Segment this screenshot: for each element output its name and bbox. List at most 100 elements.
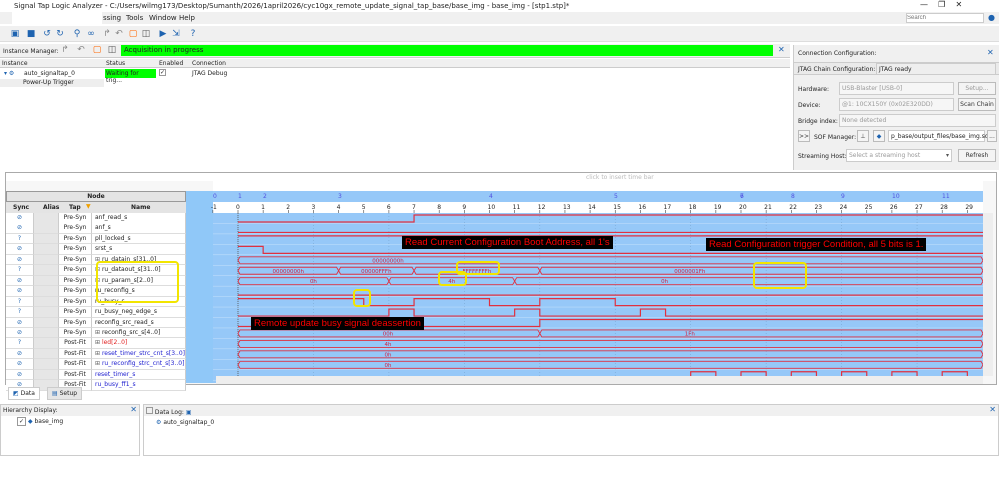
run-icon[interactable]: ↱ — [60, 45, 70, 55]
sample-tick-label: 6 — [387, 204, 391, 211]
vertical-scrollbar[interactable] — [983, 213, 993, 376]
top-tick-label: 2 — [263, 193, 267, 200]
top-tick-label: 5 — [614, 193, 618, 200]
read-data-icon[interactable]: ◫ — [141, 29, 151, 39]
sample-tick-label: 19 — [714, 204, 722, 211]
sample-tick-label: 10 — [488, 204, 496, 211]
find-icon[interactable]: ∞ — [86, 29, 96, 39]
bus-value-label: 00000FFFh — [361, 269, 392, 275]
top-tick-label: 3 — [338, 193, 342, 200]
globe-icon[interactable]: ● — [988, 13, 995, 22]
jtag-chain-label: JTAG Chain Configuration: — [798, 66, 876, 73]
bus-value-label: 0h — [310, 279, 317, 285]
top-tick-label: 1 — [238, 193, 242, 200]
col-instance: Instance — [2, 60, 28, 67]
sample-tick-label: 23 — [814, 204, 822, 211]
bus-value-label: 0h — [385, 363, 392, 369]
acquisition-status: Acquisition in progress — [121, 45, 773, 56]
sample-tick-label: 8 — [437, 204, 441, 211]
compile-icon[interactable]: ▶ — [158, 29, 168, 39]
highlight-busy-edge — [353, 289, 371, 307]
hierarchy-item[interactable]: base_img — [35, 418, 64, 425]
bridge-label: Bridge index: — [798, 118, 838, 125]
sample-tick-label: 11 — [513, 204, 521, 211]
bus-value-label: 00000000h — [372, 258, 404, 264]
autorun-icon[interactable]: ↶ — [114, 29, 124, 39]
open-icon[interactable]: ▣ — [10, 29, 20, 39]
node-finder-icon[interactable]: ⚲ — [72, 29, 82, 39]
sample-tick-label: 5 — [362, 204, 366, 211]
expand-icon[interactable]: ▾ ⚙ — [4, 70, 14, 77]
annotation-boot-address: Read Current Configuration Boot Address,… — [402, 236, 613, 249]
save-icon[interactable]: ■ — [26, 29, 36, 39]
data-log-checkbox[interactable] — [146, 407, 153, 414]
waveform-background — [213, 191, 983, 383]
tag-icon[interactable]: ◆ — [873, 130, 885, 142]
scan-chain-button[interactable]: Scan Chain — [958, 98, 996, 111]
bus-value-label: 0000001Fh — [674, 269, 706, 275]
hierarchy-checkbox[interactable]: ✓ — [17, 417, 27, 426]
streaming-host-select[interactable]: Select a streaming host ▾ — [846, 149, 952, 162]
menu-bar: ssing Tools Window Help ● — [0, 12, 999, 24]
help-icon[interactable]: ? — [188, 29, 198, 39]
close-icon[interactable]: ✕ — [989, 406, 996, 414]
sof-file-field[interactable]: p_base/output_files/base_img.sof — [888, 130, 991, 142]
horizontal-scrollbar[interactable] — [216, 376, 983, 384]
expand-button[interactable]: >> — [798, 130, 810, 142]
window-controls[interactable]: — ❐ ✕ — [920, 0, 962, 9]
sample-tick-label: 21 — [764, 204, 772, 211]
run-icon[interactable]: ↱ — [102, 29, 112, 39]
menu-window[interactable]: Window — [149, 14, 177, 22]
data-log-title: Data Log: — [154, 409, 184, 416]
chip-icon: ◆ — [27, 418, 33, 425]
data-log-icon[interactable]: ▣ — [186, 409, 192, 416]
close-icon[interactable]: ✕ — [987, 48, 994, 57]
stop-icon[interactable]: ▢ — [92, 45, 102, 55]
stop-icon[interactable]: ▢ — [128, 29, 138, 39]
refresh-button[interactable]: Refresh — [958, 149, 996, 162]
top-tick-label: 7 — [740, 193, 744, 200]
autorun-icon[interactable]: ↶ — [76, 45, 86, 55]
menu-help[interactable]: Help — [179, 14, 195, 22]
tab-setup[interactable]: ▤ Setup — [47, 387, 83, 400]
device-select[interactable]: @1: 10CX150Y (0x02E320DD) — [839, 98, 954, 111]
program-device-icon[interactable]: ⊥ — [857, 130, 869, 142]
menu-overlay — [12, 12, 102, 24]
menu-processing[interactable]: ssing — [103, 14, 121, 22]
annotation-busy-deassertion: Remote update busy signal deassertion — [251, 317, 424, 330]
hierarchy-title: Hierarchy Display: — [3, 407, 58, 414]
jtag-status: JTAG ready — [876, 63, 996, 75]
tab-setup-label: Setup — [59, 390, 78, 397]
redo-icon[interactable]: ↻ — [55, 29, 65, 39]
sample-tick-label: 20 — [739, 204, 747, 211]
hardware-select[interactable]: USB-Blaster [USB-0] — [839, 82, 954, 95]
undo-icon[interactable]: ↺ — [42, 29, 52, 39]
col-connection: Connection — [192, 60, 226, 67]
setup-button[interactable]: Setup... — [958, 82, 996, 95]
bus-value-label: 4h — [385, 342, 392, 348]
sample-tick-label: 28 — [940, 204, 948, 211]
waveform-panel: click to insert time bar Node Sync Alias… — [5, 172, 997, 391]
instance-icon: ⚙ — [156, 419, 162, 426]
sample-tick-label: 2 — [286, 204, 290, 211]
close-icon[interactable]: ✕ — [778, 45, 785, 54]
highlight-4h — [438, 271, 467, 286]
tab-data-label: Data — [20, 390, 35, 397]
panel-title: Connection Configuration: — [798, 50, 877, 57]
sample-tick-label: 24 — [840, 204, 848, 211]
close-icon[interactable]: ✕ — [130, 406, 137, 414]
instance-row[interactable]: ▾ ⚙ auto_signaltap_0 Waiting for trig...… — [0, 69, 790, 84]
instance-table-header: Instance Status Enabled Connection — [0, 59, 790, 68]
read-data-icon[interactable]: ◫ — [107, 45, 117, 55]
browse-button[interactable]: ... — [987, 130, 997, 142]
bridge-index-field[interactable]: None detected — [839, 114, 996, 127]
power-up-trigger[interactable]: Power-Up Trigger — [0, 79, 104, 87]
enabled-checkbox[interactable]: ✓ — [159, 69, 166, 76]
sample-tick-label: 14 — [588, 204, 596, 211]
search-input[interactable] — [906, 13, 984, 23]
instance-status: Waiting for trig... — [105, 69, 156, 84]
program-icon[interactable]: ⇲ — [171, 29, 181, 39]
tab-data[interactable]: ◩ Data — [8, 387, 40, 400]
data-log-item[interactable]: auto_signaltap_0 — [163, 419, 214, 426]
menu-tools[interactable]: Tools — [126, 14, 143, 22]
